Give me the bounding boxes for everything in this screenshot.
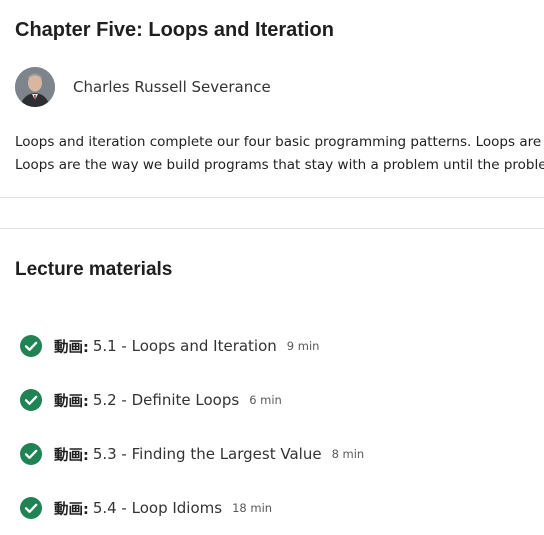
item-duration: 6 min <box>249 393 282 407</box>
lecture-item[interactable]: 動画: 5.1 - Loops and Iteration 9 min <box>20 319 364 373</box>
item-title[interactable]: 5.4 - Loop Idioms <box>93 499 222 517</box>
instructor-name[interactable]: Charles Russell Severance <box>73 78 271 96</box>
divider <box>0 228 544 229</box>
check-circle-icon <box>20 497 42 519</box>
instructor-avatar[interactable] <box>15 67 55 107</box>
instructor[interactable]: Charles Russell Severance <box>15 67 271 107</box>
description-line: Loops are the way we build programs that… <box>15 157 544 173</box>
lecture-materials-heading: Lecture materials <box>15 259 173 280</box>
divider <box>0 197 544 198</box>
lecture-item[interactable]: 動画: 5.2 - Definite Loops 6 min <box>20 373 364 427</box>
item-type-label: 動画: <box>54 447 89 464</box>
item-title[interactable]: 5.1 - Loops and Iteration <box>93 337 277 355</box>
avatar-photo <box>15 67 55 107</box>
lecture-item[interactable]: 動画: 5.4 - Loop Idioms 18 min <box>20 481 364 535</box>
chapter-description: Loops and iteration complete our four ba… <box>15 131 544 177</box>
item-duration: 8 min <box>331 447 365 461</box>
check-circle-icon <box>20 443 42 465</box>
item-type-label: 動画: <box>54 339 89 356</box>
item-type-label: 動画: <box>54 393 89 410</box>
chapter-title: Chapter Five: Loops and Iteration <box>15 19 334 41</box>
check-circle-icon <box>20 335 42 357</box>
item-duration: 18 min <box>232 501 273 515</box>
item-type-label: 動画: <box>54 501 89 518</box>
lecture-item[interactable]: 動画: 5.3 - Finding the Largest Value 8 mi… <box>20 427 364 481</box>
lecture-materials-list: 動画: 5.1 - Loops and Iteration 9 min 動画: … <box>20 319 364 535</box>
item-duration: 9 min <box>286 339 320 353</box>
description-line: Loops and iteration complete our four ba… <box>15 134 544 150</box>
item-title[interactable]: 5.2 - Definite Loops <box>93 391 239 409</box>
check-circle-icon <box>20 389 42 411</box>
item-title[interactable]: 5.3 - Finding the Largest Value <box>93 445 322 463</box>
